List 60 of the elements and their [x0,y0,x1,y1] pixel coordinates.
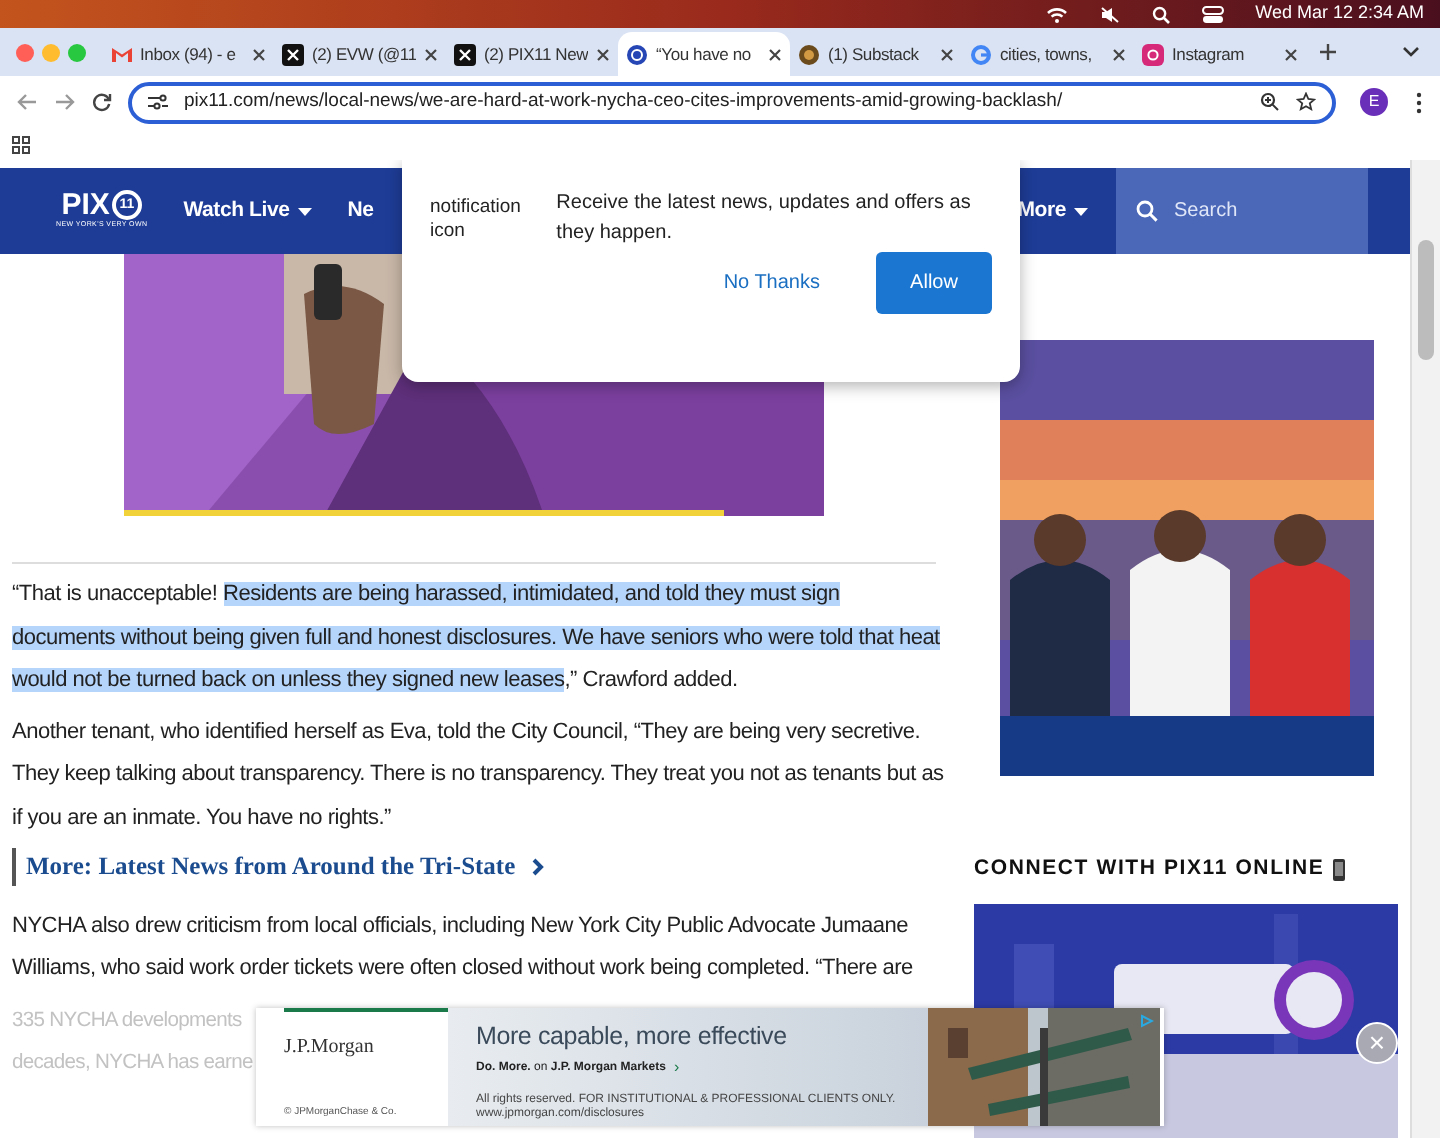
plus-icon[interactable] [1318,42,1338,62]
browser-tab[interactable]: cities, towns, [962,32,1134,76]
notification-message: Receive the latest news, updates and offers as they happen. [556,190,973,248]
allow-button[interactable]: Allow [876,252,992,314]
browser-tab[interactable]: “You have no [618,32,790,76]
browser-tab[interactable]: (2) PIX11 New [446,32,618,76]
nav-menu-item[interactable]: More [1013,195,1092,227]
ad-headline: More capable, more effective [476,1020,789,1054]
date-time: Wed Mar 12 2:34 AM [1255,0,1424,27]
broken-image: notification icon [430,194,523,246]
more-icon[interactable] [1416,91,1422,113]
site-icon [798,43,820,65]
site-icon [626,43,648,65]
camera-icon [1142,43,1164,65]
paragraph: “That is unacceptable! Residents are being harassed, intimidated, and told they must sign documents without being given full and honest disclosures. We have seniors who were told that heat would not be turned back on unless they signed new leases,” Crawford added. [12,580,942,696]
back-icon[interactable] [16,92,38,112]
phone-icon [1332,857,1347,882]
address-bar[interactable]: pix11.com/news/local-news/we-are-hard-at-work-nycha-ceo-cites-improvements-amid-growing-backlash/ [128,81,1336,123]
control-center-icon[interactable] [1201,5,1224,23]
star-icon[interactable] [1296,92,1316,112]
x-icon [282,43,304,65]
search-icon [1136,200,1158,222]
search-icon[interactable] [1151,5,1170,23]
close-icon[interactable] [940,47,954,61]
mail-icon [110,43,132,65]
section-heading: CONNECT WITH PIX11 ONLINE [974,854,1325,884]
ad-brand: J.P.Morgan [284,1034,376,1062]
forward-icon[interactable] [54,92,76,112]
faded-text: decades, NYCHA has earne [12,1049,253,1078]
paragraph: NYCHA also drew criticism from local officials, including New York City Public Advocate Jumaane Williams, who said work order tickets were often closed without work being completed. “There are [12,911,915,985]
browser-tab[interactable]: Inbox (94) - e [102,32,274,76]
scrollbar[interactable] [1410,160,1440,1138]
browser-tab[interactable]: (1) Substack [790,32,962,76]
close-icon[interactable] [768,47,782,61]
g-icon [970,43,992,65]
profile-avatar[interactable]: E [1360,88,1388,116]
close-icon[interactable] [1112,47,1126,61]
chevron-right-icon[interactable] [531,857,544,876]
faded-text: 335 NYCHA developments [12,1007,242,1036]
search-field[interactable]: Search [1116,168,1368,254]
close-icon[interactable] [252,47,266,61]
nav-menu-item[interactable]: Watch Live [179,195,316,227]
reload-icon[interactable] [92,92,112,112]
close-icon[interactable] [424,47,438,61]
related-link[interactable]: More: Latest News from Around the Tri-State [26,848,516,886]
close-icon[interactable] [596,47,610,61]
mute-icon[interactable] [1099,5,1120,23]
dismiss-button[interactable]: No Thanks [699,256,844,310]
paragraph: Another tenant, who identified herself as Eva, told the City Council, “They are being very secretive. They keep talking about transparency. There is no transparency. They treat you not as tenants but as if you are an inmate. You have no rights.” [12,717,944,833]
chevron-icon: › [673,1060,680,1077]
site-settings-icon[interactable] [148,94,168,110]
nav-menu-item[interactable]: Ne [343,195,378,227]
x-icon [454,43,476,65]
zoom-icon[interactable] [1260,92,1280,112]
close-icon[interactable] [1284,47,1298,61]
browser-tab[interactable]: (2) EVW (@11 [274,32,446,76]
chevron-down-icon[interactable] [1402,46,1420,58]
apps-grid-icon[interactable] [12,135,30,153]
browser-tab[interactable]: Instagram [1134,32,1306,76]
wifi-icon[interactable] [1045,5,1068,23]
